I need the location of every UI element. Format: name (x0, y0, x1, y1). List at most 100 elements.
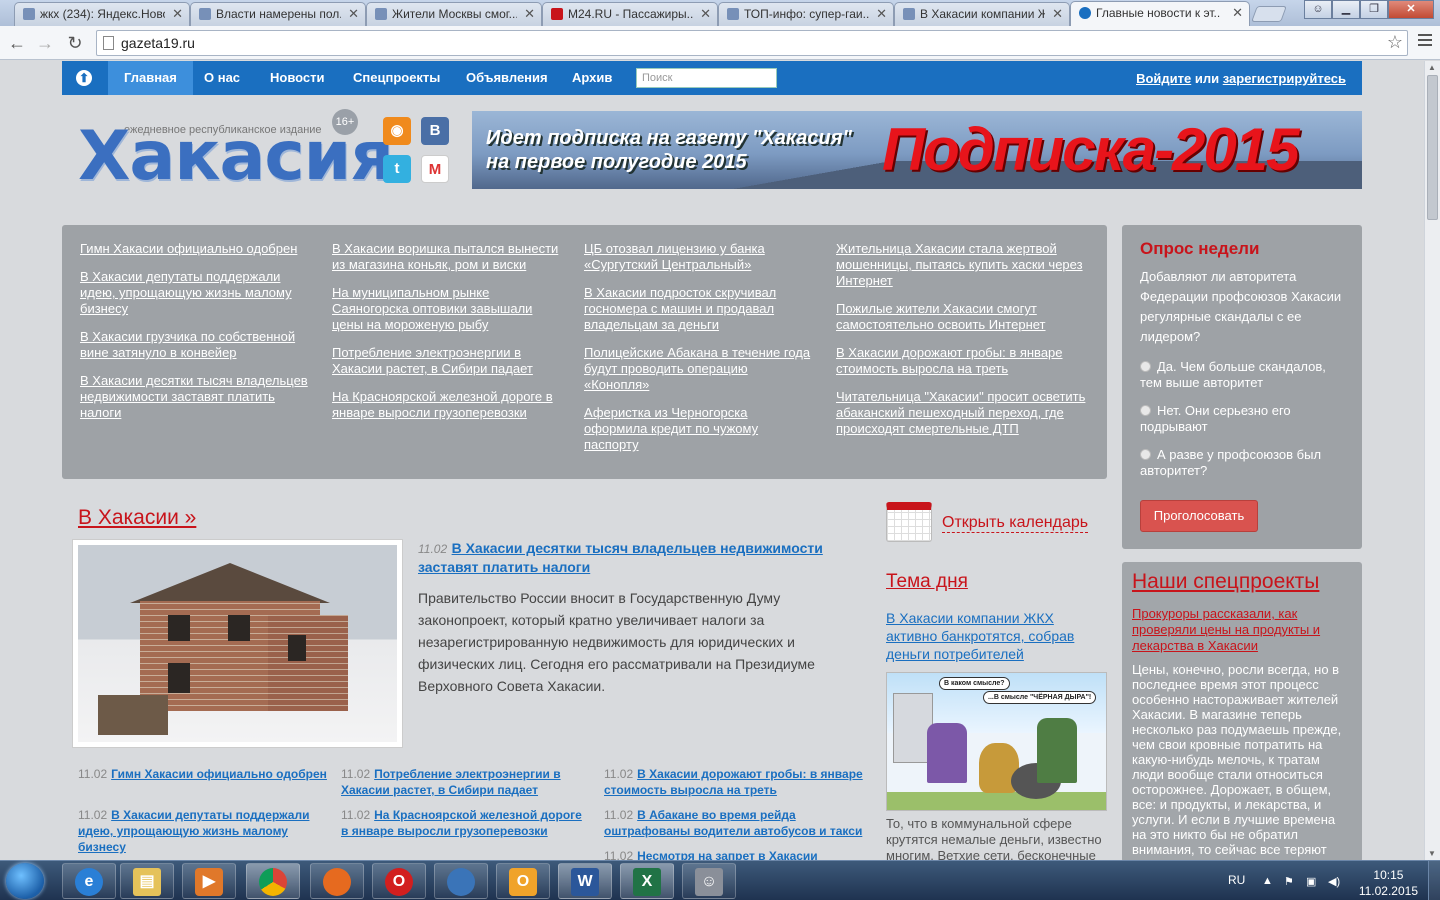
topic-of-day-title[interactable]: Тема дня (886, 571, 968, 593)
bookmark-star-icon[interactable]: ☆ (1387, 32, 1403, 53)
headline-link[interactable]: Жительница Хакасии стала жертвой мошенни… (836, 241, 1092, 289)
headline-link[interactable]: В Хакасии воришка пытался вынести из маг… (332, 241, 560, 273)
system-clock[interactable]: 10:15 11.02.2015 (1359, 867, 1418, 899)
new-tab-button[interactable] (1251, 6, 1287, 22)
word-icon[interactable]: W (558, 863, 612, 899)
register-link[interactable]: зарегистрируйтесь (1223, 71, 1346, 86)
close-window-icon[interactable]: ✕ (1388, 0, 1434, 19)
scroll-up-icon[interactable]: ▲ (1428, 63, 1436, 72)
news-link[interactable]: В Хакасии депутаты поддержали идею, упро… (78, 808, 309, 854)
ie-icon[interactable]: e (62, 863, 116, 899)
excel-icon[interactable]: X (620, 863, 674, 899)
login-link[interactable]: Войдите (1136, 71, 1191, 86)
nav-item-ads[interactable]: Объявления (450, 61, 564, 95)
open-calendar-link[interactable]: Открыть календарь (942, 514, 1089, 533)
nav-item-archive[interactable]: Архив (556, 61, 628, 95)
explorer-icon[interactable]: ▤ (120, 863, 174, 899)
page-scrollbar[interactable]: ▲ ▼ (1424, 61, 1440, 860)
browser-menu-icon[interactable] (1418, 34, 1432, 49)
news-link[interactable]: В Хакасии дорожают гробы: в январе стоим… (604, 767, 863, 797)
network-icon[interactable]: ▣ (1306, 875, 1316, 888)
outlook-icon[interactable]: O (496, 863, 550, 899)
nav-item-main[interactable]: Главная (108, 61, 193, 95)
poll-option[interactable]: А разве у профсоюзов был авторитет? (1140, 447, 1344, 479)
poll-option[interactable]: Нет. Они серьезно его подрывают (1140, 403, 1344, 435)
volume-icon[interactable]: ◀) (1328, 875, 1340, 888)
scrollbar-thumb[interactable] (1427, 75, 1438, 220)
tray-expand-icon[interactable]: ▲ (1262, 875, 1273, 887)
main-article-photo[interactable] (72, 539, 403, 748)
nav-item-special[interactable]: Спецпроекты (337, 61, 456, 95)
headline-link[interactable]: ЦБ отозвал лицензию у банка «Сургутский … (584, 241, 812, 273)
calendar-icon[interactable] (886, 502, 932, 542)
headline-link[interactable]: Читательница "Хакасии" просит осветить а… (836, 389, 1092, 437)
tab-close-icon[interactable]: ✕ (524, 6, 535, 22)
opera-icon[interactable]: O (372, 863, 426, 899)
browser-tab[interactable]: ТОП-инфо: супер-гаи... ✕ (718, 2, 894, 26)
project-link[interactable]: Прокуроры рассказали, как проверяли цены… (1132, 606, 1352, 654)
projects-title[interactable]: Наши спецпроекты (1132, 570, 1352, 594)
nav-item-about[interactable]: О нас (188, 61, 256, 95)
people-icon[interactable]: ☺ (682, 863, 736, 899)
topic-of-day-link[interactable]: В Хакасии компании ЖКХ активно банкротят… (886, 609, 1101, 663)
subscription-banner[interactable]: Идет подписка на газету "Хакасия" на пер… (472, 111, 1362, 189)
radio-button[interactable] (1140, 449, 1151, 460)
section-title[interactable]: В Хакасии » (78, 506, 196, 530)
poll-option[interactable]: Да. Чем больше скандалов, тем выше автор… (1140, 359, 1344, 391)
news-link[interactable]: Потребление электроэнергии в Хакасии рас… (341, 767, 561, 797)
tab-close-icon[interactable]: ✕ (876, 6, 887, 22)
site-search-input[interactable]: Поиск (636, 68, 777, 88)
tab-close-icon[interactable]: ✕ (348, 6, 359, 22)
flag-icon[interactable]: ⚑ (1284, 875, 1294, 888)
radio-button[interactable] (1140, 361, 1151, 372)
headline-link[interactable]: На Красноярской железной дороге в январе… (332, 389, 560, 421)
forward-arrow-icon[interactable]: → (34, 33, 56, 54)
start-button[interactable] (6, 863, 44, 899)
scroll-down-icon[interactable]: ▼ (1428, 849, 1436, 858)
tab-close-icon[interactable]: ✕ (1232, 5, 1243, 21)
back-arrow-icon[interactable]: ← (6, 33, 28, 54)
headline-link[interactable]: Пожилые жители Хакасии смогут самостояте… (836, 301, 1092, 333)
news-link[interactable]: Гимн Хакасии официально одобрен (111, 767, 327, 781)
tab-close-icon[interactable]: ✕ (172, 6, 183, 22)
headline-link[interactable]: На муниципальном рынке Саяногорска оптов… (332, 285, 560, 333)
browser-tab-active[interactable]: Главные новости к эт... ✕ (1070, 1, 1250, 26)
headline-link[interactable]: Гимн Хакасии официально одобрен (80, 241, 308, 257)
headline-link[interactable]: Полицейские Абакана в течение года будут… (584, 345, 812, 393)
headline-link[interactable]: В Хакасии грузчика по собственной вине з… (80, 329, 308, 361)
headline-link[interactable]: В Хакасии десятки тысяч владельцев недви… (80, 373, 308, 421)
headline-link[interactable]: Аферистка из Черногорска оформила кредит… (584, 405, 812, 453)
gmail-icon[interactable]: M (421, 155, 449, 183)
tab-close-icon[interactable]: ✕ (700, 6, 711, 22)
rss-icon[interactable]: ◉ (383, 117, 411, 145)
reload-icon[interactable]: ↻ (64, 33, 86, 54)
browser-tab[interactable]: M24.RU - Пассажиры... ✕ (542, 2, 718, 26)
browser-tab[interactable]: жкх (234): Яндекс.Новости ✕ (14, 2, 190, 26)
news-link[interactable]: В Абакане во время рейда оштрафованы вод… (604, 808, 862, 838)
address-bar[interactable]: gazeta19.ru ☆ (96, 30, 1408, 56)
headline-link[interactable]: В Хакасии депутаты поддержали идею, упро… (80, 269, 308, 317)
topic-cartoon-image[interactable]: В каком смысле? ...В смысле "ЧЁРНАЯ ДЫРА… (886, 672, 1107, 811)
home-icon[interactable]: ⬆ (76, 70, 92, 86)
url-text[interactable]: gazeta19.ru (121, 35, 195, 51)
radio-button[interactable] (1140, 405, 1151, 416)
chrome-icon[interactable] (246, 863, 300, 899)
headline-link[interactable]: В Хакасии дорожают гробы: в январе стоим… (836, 345, 1092, 377)
browser-tab[interactable]: Власти намерены пол... ✕ (190, 2, 366, 26)
firefox-icon[interactable] (310, 863, 364, 899)
headline-link[interactable]: Потребление электроэнергии в Хакасии рас… (332, 345, 560, 377)
news-link[interactable]: Несмотря на запрет в Хакасии (637, 849, 818, 860)
thunderbird-icon[interactable] (434, 863, 488, 899)
vk-icon[interactable]: B (421, 117, 449, 145)
news-link[interactable]: На Красноярской железной дороге в январе… (341, 808, 582, 838)
browser-tab[interactable]: В Хакасии компании Ж... ✕ (894, 2, 1070, 26)
show-desktop-button[interactable] (1428, 861, 1440, 900)
minimize-icon[interactable]: ▁ (1332, 0, 1360, 19)
user-icon[interactable]: ☺ (1304, 0, 1332, 19)
vote-button[interactable]: Проголосовать (1140, 500, 1258, 532)
browser-tab[interactable]: Жители Москвы смог... ✕ (366, 2, 542, 26)
maximize-icon[interactable]: ❐ (1360, 0, 1388, 19)
headline-link[interactable]: В Хакасии подросток скручивал госномера … (584, 285, 812, 333)
nav-item-news[interactable]: Новости (254, 61, 341, 95)
twitter-icon[interactable]: t (383, 155, 411, 183)
